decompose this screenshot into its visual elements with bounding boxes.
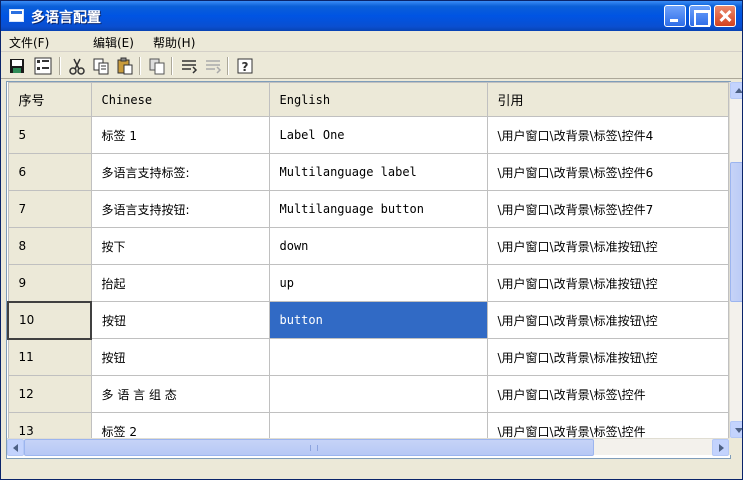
scroll-up-button[interactable] [730,82,742,99]
horizontal-scroll-thumb[interactable] [24,439,594,456]
cell-english[interactable]: down [268,227,488,265]
paste-icon[interactable] [115,56,135,76]
cut-icon[interactable] [67,56,87,76]
cell-ref[interactable]: \用户窗口\改背景\标准按钮\控 [486,264,729,302]
toolbar-separator [59,57,61,75]
table-row[interactable]: 7 多语言支持按钮: Multilanguage button \用户窗口\改背… [7,190,729,228]
header-num[interactable]: 序号 [7,82,92,117]
table-row[interactable]: 11 按钮 \用户窗口\改背景\标准按钮\控 [7,338,729,376]
language-table-area: 序号 Chinese English 引用 5 标签 1 Label One \… [6,81,742,459]
align-left-icon[interactable] [179,56,199,76]
row-num[interactable]: 5 [7,116,92,154]
svg-text:?: ? [242,60,249,74]
vertical-scroll-thumb[interactable] [730,162,742,302]
cell-ref[interactable]: \用户窗口\改背景\标签\控件6 [486,153,729,191]
menu-help[interactable]: 帮助(H) [153,34,195,51]
table-row-current[interactable]: 10 按钮 button \用户窗口\改背景\标准按钮\控 [7,300,729,340]
table-row[interactable]: 8 按下 down \用户窗口\改背景\标准按钮\控 [7,227,729,265]
menu-file[interactable]: 文件(F) [9,34,49,51]
help-icon[interactable]: ? [235,56,255,76]
vertical-scrollbar[interactable] [729,82,742,438]
table-row[interactable]: 6 多语言支持标签: Multilanguage label \用户窗口\改背景… [7,153,729,191]
cell-chinese[interactable]: 多 语 言 组 态 [90,375,270,413]
row-num[interactable]: 10 [7,300,92,340]
scroll-down-button[interactable] [730,421,742,438]
toolbar-separator [171,57,173,75]
cell-chinese[interactable]: 多语言支持标签: [90,153,270,191]
window-icon [9,9,24,22]
cell-chinese[interactable]: 按钮 [90,301,270,339]
close-button[interactable] [714,5,736,27]
cell-ref[interactable]: \用户窗口\改背景\标准按钮\控 [486,301,729,339]
cell-english[interactable]: Multilanguage label [268,153,488,191]
window-title: 多语言配置 [31,10,101,26]
row-num[interactable]: 12 [7,375,92,413]
header-english[interactable]: English [268,82,488,117]
copy-icon[interactable] [91,56,111,76]
cell-ref[interactable]: \用户窗口\改背景\标签\控件7 [486,190,729,228]
cell-ref[interactable]: \用户窗口\改背景\标签\控件4 [486,116,729,154]
save-icon[interactable] [7,56,27,76]
table-row[interactable]: 12 多 语 言 组 态 \用户窗口\改背景\标签\控件 [7,375,729,413]
row-num[interactable]: 7 [7,190,92,228]
cell-chinese[interactable]: 按钮 [90,338,270,376]
toolbar-separator [227,57,229,75]
table-row[interactable]: 9 抬起 up \用户窗口\改背景\标准按钮\控 [7,264,729,302]
menu-bar: 文件(F) 编辑(E) 帮助(H) [1,31,742,52]
table-row[interactable]: 5 标签 1 Label One \用户窗口\改背景\标签\控件4 [7,116,729,154]
row-num[interactable]: 9 [7,264,92,302]
paste-special-icon[interactable] [147,56,167,76]
cell-english[interactable] [268,338,488,376]
cell-english[interactable]: up [268,264,488,302]
grip-icon [310,445,318,451]
language-table: 序号 Chinese English 引用 5 标签 1 Label One \… [7,82,729,450]
row-num[interactable]: 11 [7,338,92,376]
scroll-left-button[interactable] [7,439,24,456]
scrollbar-corner [729,438,742,455]
toolbar: ? [1,53,742,79]
arrow-up-icon [735,88,742,93]
toolbar-separator [139,57,141,75]
translate-icon[interactable] [33,56,53,76]
cell-english[interactable]: Multilanguage button [268,190,488,228]
arrow-down-icon [735,428,742,433]
cell-ref[interactable]: \用户窗口\改背景\标准按钮\控 [486,338,729,376]
minimize-button[interactable] [664,5,686,27]
arrow-right-icon [719,444,724,452]
menu-edit[interactable]: 编辑(E) [93,34,134,51]
cell-english[interactable]: Label One [268,116,488,154]
cell-chinese[interactable]: 按下 [90,227,270,265]
header-chinese[interactable]: Chinese [90,82,270,117]
cell-ref[interactable]: \用户窗口\改背景\标准按钮\控 [486,227,729,265]
horizontal-scrollbar[interactable] [7,438,729,456]
align-right-icon[interactable] [203,56,223,76]
cell-english-selected[interactable]: button [268,301,488,339]
title-bar[interactable]: 多语言配置 [1,1,742,31]
cell-chinese[interactable]: 抬起 [90,264,270,302]
scroll-right-button[interactable] [712,439,729,456]
cell-ref[interactable]: \用户窗口\改背景\标签\控件 [486,375,729,413]
maximize-button[interactable] [689,5,711,27]
cell-chinese[interactable]: 多语言支持按钮: [90,190,270,228]
arrow-left-icon [13,444,18,452]
multilanguage-config-window: 多语言配置 文件(F) 编辑(E) 帮助(H) ? 序号 Chinese Eng… [0,0,743,480]
cell-english[interactable] [268,375,488,413]
row-num[interactable]: 6 [7,153,92,191]
cell-chinese[interactable]: 标签 1 [90,116,270,154]
header-ref[interactable]: 引用 [486,82,729,117]
row-num[interactable]: 8 [7,227,92,265]
